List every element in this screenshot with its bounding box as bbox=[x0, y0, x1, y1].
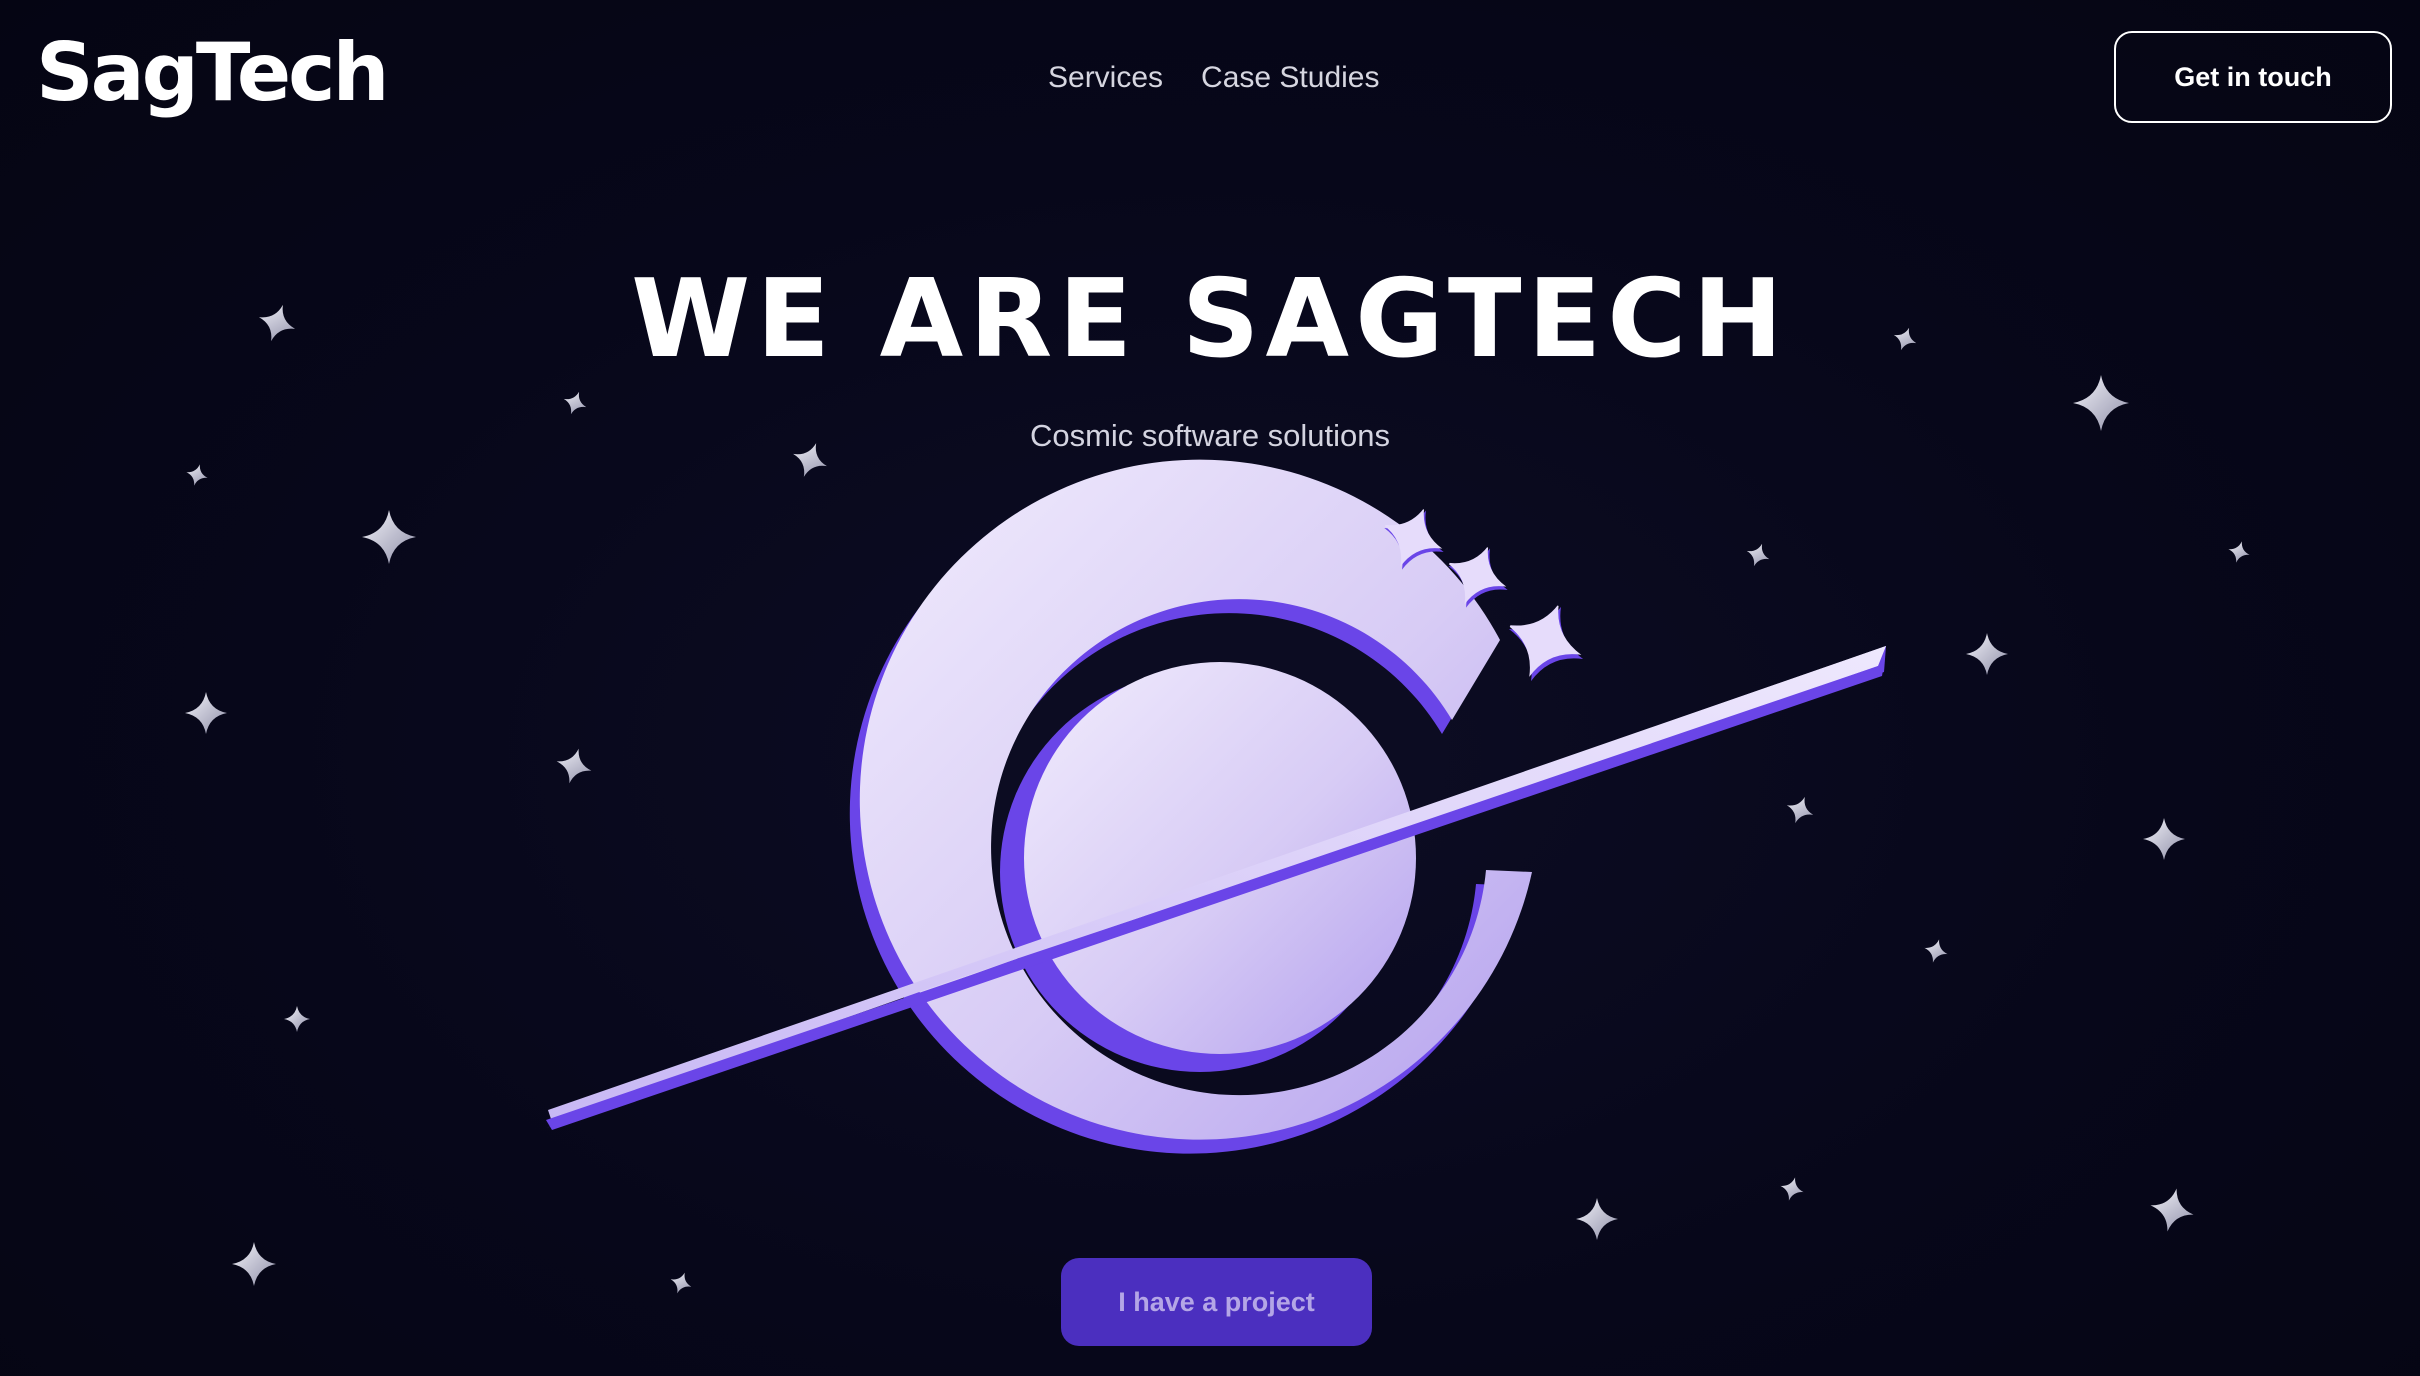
star-icon bbox=[559, 387, 591, 419]
star-icon bbox=[1966, 633, 2008, 675]
star-icon bbox=[1921, 936, 1951, 966]
hero-subtitle: Cosmic software solutions bbox=[1029, 418, 1391, 453]
planet-logo-icon bbox=[546, 459, 1886, 1154]
star-icon bbox=[362, 510, 416, 564]
star-icon bbox=[551, 743, 597, 789]
star-icon bbox=[183, 461, 211, 489]
nav-link-services[interactable]: Services bbox=[1048, 61, 1163, 95]
star-icon bbox=[1576, 1198, 1618, 1240]
hero-illustration bbox=[183, 299, 2253, 1298]
star-icon bbox=[666, 1268, 696, 1298]
get-in-touch-button[interactable]: Get in touch bbox=[2114, 31, 2392, 123]
i-have-a-project-button[interactable]: I have a project bbox=[1061, 1258, 1372, 1346]
site-header: SagTech Services Case Studies Get in tou… bbox=[0, 0, 2420, 158]
star-icon bbox=[1742, 539, 1774, 571]
main-nav: Services Case Studies bbox=[1048, 56, 1379, 100]
star-icon bbox=[2145, 1183, 2199, 1237]
star-icon bbox=[232, 1242, 276, 1286]
logo-star-icon bbox=[1372, 498, 1456, 582]
nav-link-case-studies[interactable]: Case Studies bbox=[1201, 61, 1379, 95]
star-icon bbox=[2225, 538, 2253, 566]
star-icon bbox=[284, 1006, 310, 1032]
hero-title: WE ARE SAGTECH bbox=[631, 257, 1789, 382]
logo-text: SagTech bbox=[36, 26, 389, 119]
star-icon bbox=[1777, 1174, 1807, 1204]
star-icon bbox=[1782, 792, 1818, 828]
logo-star-icon bbox=[1493, 591, 1599, 697]
star-icon bbox=[185, 692, 227, 734]
sagtech-logo[interactable]: SagTech bbox=[36, 28, 389, 118]
star-icon bbox=[2143, 818, 2185, 860]
logo-star-icon bbox=[1436, 536, 1520, 620]
landing-page: SagTech Services Case Studies Get in tou… bbox=[0, 0, 2420, 1376]
